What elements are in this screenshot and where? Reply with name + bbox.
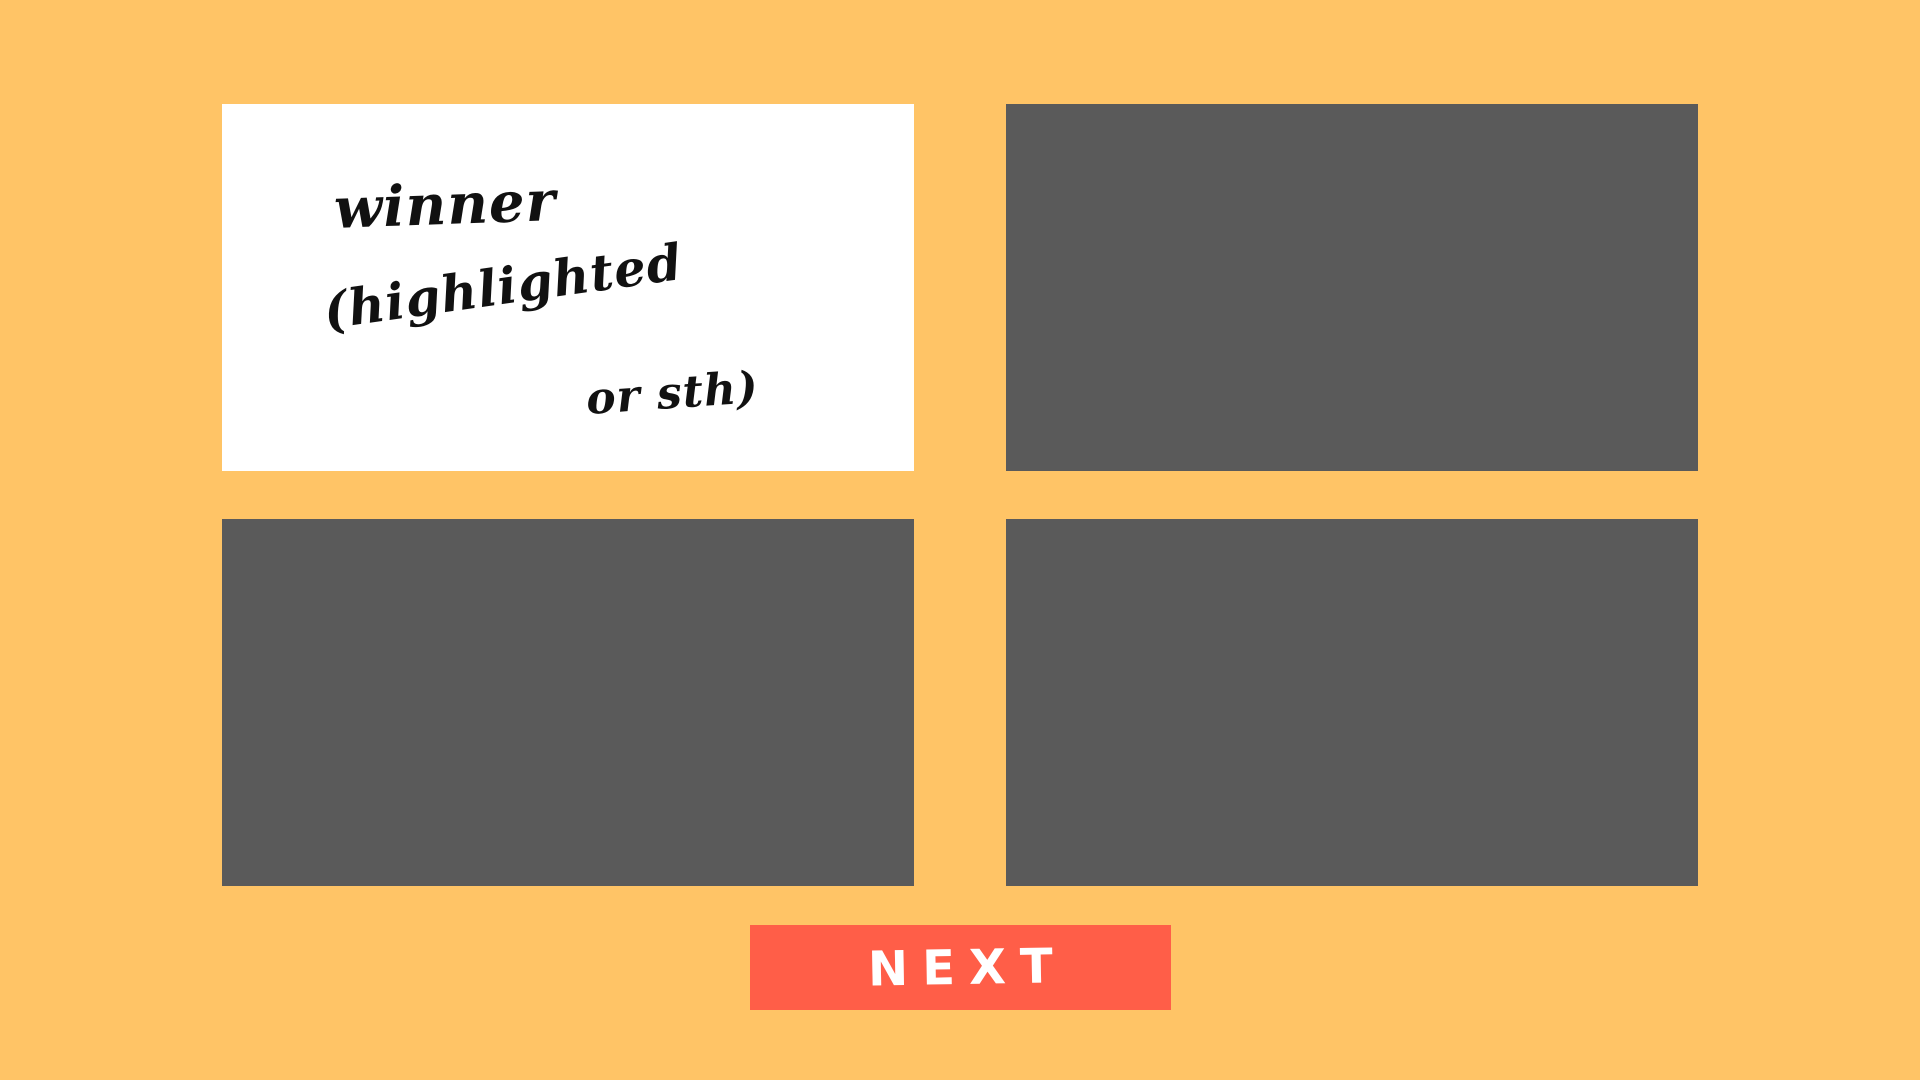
result-tile-4[interactable] <box>1006 519 1698 886</box>
winner-note-line-1: winner <box>332 168 558 242</box>
result-tile-3[interactable] <box>222 519 914 886</box>
winner-tile[interactable]: winner (highlighted or sth) <box>222 104 914 471</box>
winner-note-line-2: (highlighted <box>319 231 687 341</box>
next-button-label: NEXT <box>867 937 1068 998</box>
winner-note-line-3: or sth) <box>584 362 761 425</box>
results-screen: winner (highlighted or sth) NEXT <box>0 0 1920 1080</box>
result-tiles-grid: winner (highlighted or sth) <box>222 104 1698 886</box>
next-button[interactable]: NEXT <box>750 925 1171 1010</box>
result-tile-2[interactable] <box>1006 104 1698 471</box>
